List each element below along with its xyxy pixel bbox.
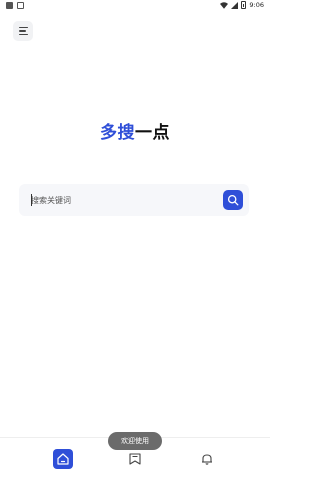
nav-home[interactable] — [53, 449, 73, 469]
signal-icon — [231, 1, 239, 9]
menu-line — [18, 30, 26, 32]
bookmark-icon — [129, 453, 141, 465]
sim-card-icon — [17, 2, 24, 9]
app-logo: 多搜一点 — [0, 118, 270, 143]
bell-icon — [202, 454, 212, 465]
nav-notifications[interactable] — [197, 449, 217, 469]
logo-part-1: 多搜 — [100, 123, 135, 143]
menu-line — [18, 34, 28, 36]
nav-bookmarks[interactable] — [125, 449, 145, 469]
search-button[interactable] — [223, 190, 243, 210]
search-input[interactable] — [19, 184, 223, 216]
hamburger-menu-icon — [18, 26, 28, 28]
search-icon — [227, 194, 239, 206]
toast-message: 欢迎使用 — [108, 432, 162, 450]
wifi-icon — [220, 1, 229, 9]
logo-part-2: 一点 — [135, 123, 170, 143]
search-box — [19, 184, 249, 216]
notification-square-icon — [6, 2, 13, 9]
status-left-icons — [6, 2, 24, 9]
status-time: 9:06 — [249, 1, 264, 9]
status-right-icons: 9:06 — [220, 1, 264, 9]
home-icon — [57, 453, 69, 465]
status-bar: 9:06 — [0, 0, 270, 12]
battery-icon — [241, 1, 247, 9]
menu-button[interactable] — [13, 21, 33, 41]
text-cursor — [31, 194, 32, 206]
